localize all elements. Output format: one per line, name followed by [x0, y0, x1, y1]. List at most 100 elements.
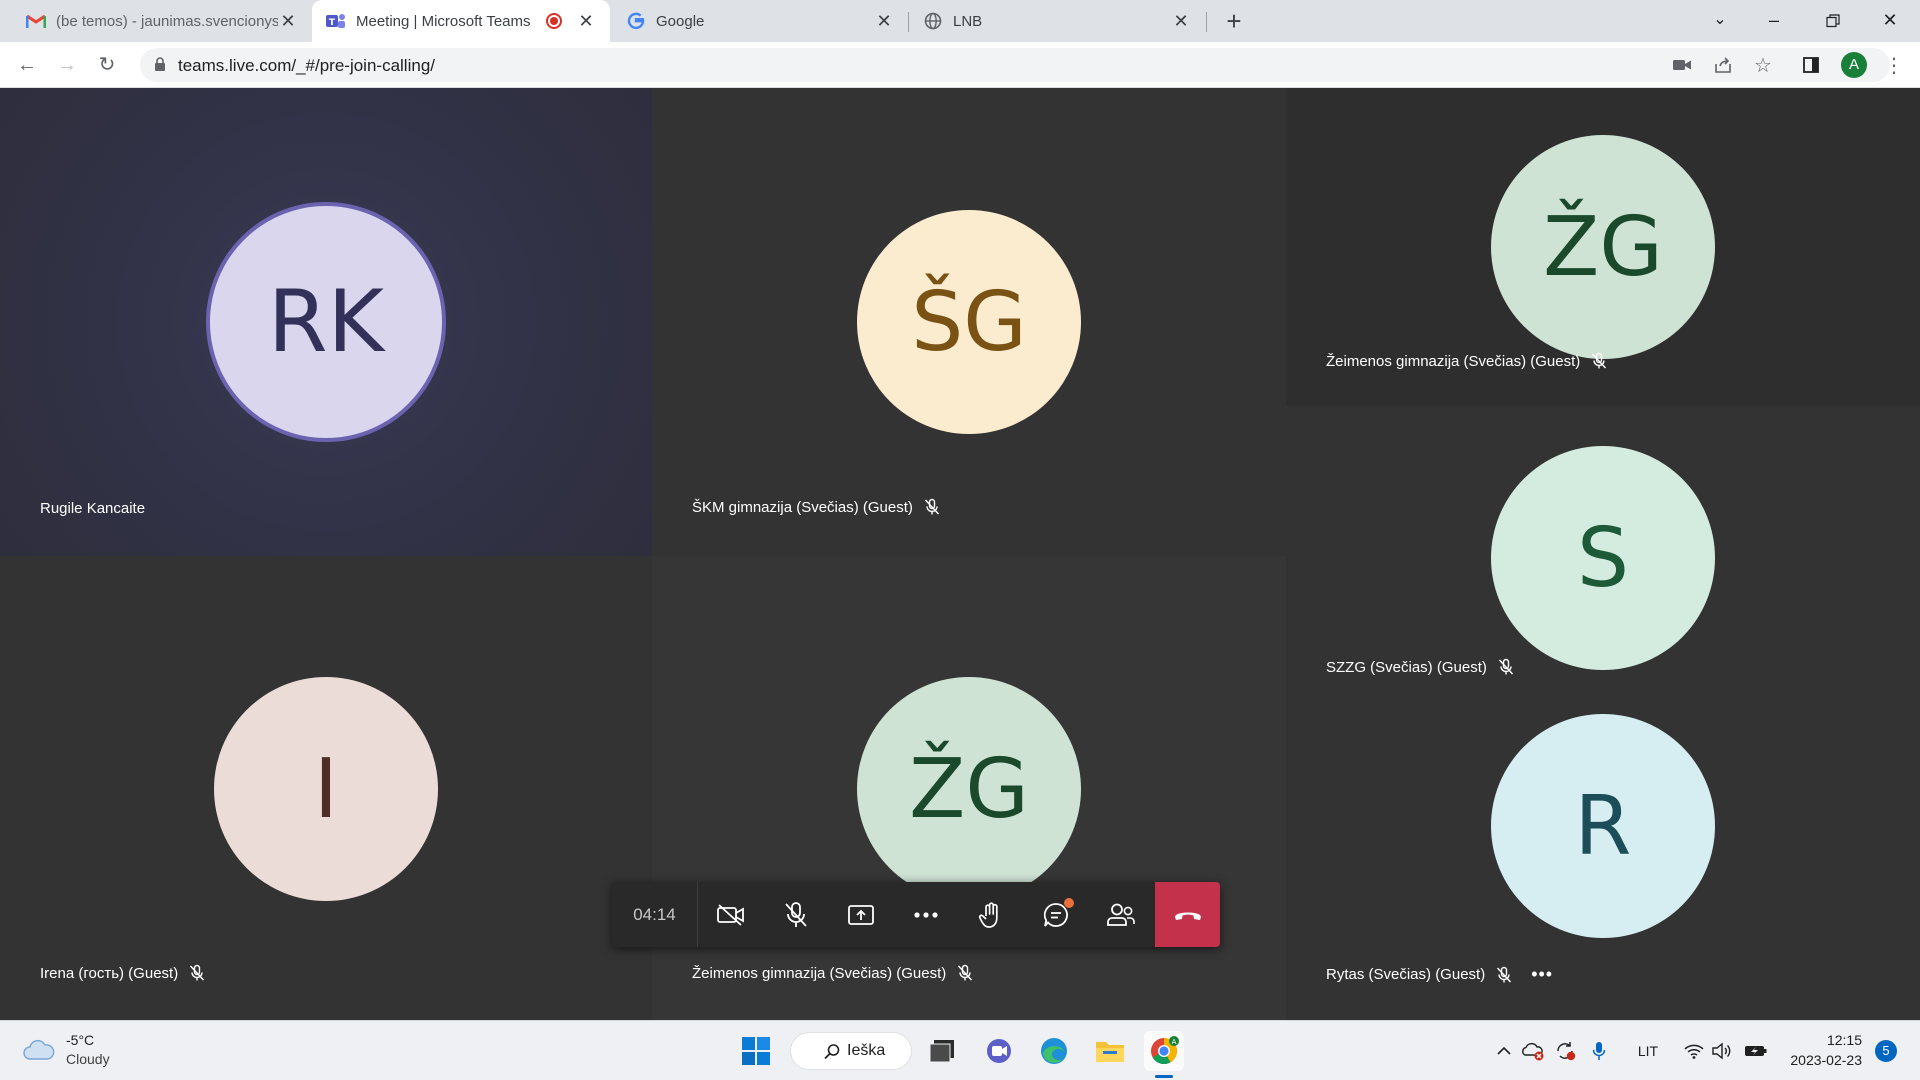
participant-tile[interactable]: RK Rugile Kancaite: [0, 88, 652, 556]
participant-tile[interactable]: R Rytas (Svečias) (Guest) •••: [1286, 714, 1920, 1020]
participant-tile[interactable]: ŠG ŠKM gimnazija (Svečias) (Guest): [652, 88, 1286, 556]
address-bar[interactable]: teams.live.com/_#/pre-join-calling/: [140, 48, 1890, 82]
participant-avatar: ŽG: [1491, 135, 1715, 359]
google-icon: [626, 11, 646, 31]
keyboard-language[interactable]: LIT: [1630, 1040, 1666, 1062]
leave-call-button[interactable]: [1155, 882, 1220, 947]
system-clock[interactable]: 12:15 2023-02-23: [1782, 1030, 1862, 1070]
participant-tile[interactable]: ŽG Žeimenos gimnazija (Svečias) (Guest): [652, 556, 1286, 1020]
teams-chat-button[interactable]: [979, 1031, 1019, 1071]
participant-name: Irena (гость) (Guest): [40, 964, 179, 982]
volume-icon: [1712, 1042, 1731, 1060]
active-app-indicator: [1155, 1075, 1173, 1078]
side-panel-icon[interactable]: [1797, 51, 1825, 79]
sync-tray-button[interactable]: [1552, 1040, 1578, 1062]
task-view-button[interactable]: [922, 1031, 962, 1071]
file-explorer-button[interactable]: [1090, 1031, 1130, 1071]
volume-tray-button[interactable]: [1710, 1040, 1734, 1062]
meeting-stage: RK Rugile Kancaite ŠG ŠKM gimnazija (Sve…: [0, 88, 1920, 1020]
mic-off-icon: [1592, 352, 1607, 369]
gmail-icon: [26, 11, 46, 31]
minimize-button[interactable]: –: [1746, 0, 1802, 42]
task-view-icon: [929, 1040, 954, 1063]
participant-name: Rytas (Svečias) (Guest): [1326, 966, 1486, 983]
url-text[interactable]: teams.live.com/_#/pre-join-calling/: [178, 56, 435, 76]
tab-teams-meeting[interactable]: T Meeting | Microsoft Teams ✕: [312, 0, 610, 42]
search-label: Ieška: [847, 1042, 886, 1059]
tab-close-icon[interactable]: ✕: [874, 11, 894, 32]
taskbar: -5°C Cloudy Ieška A LIT 12:15 2023-02-23…: [0, 1020, 1920, 1080]
camera-in-use-icon[interactable]: [1668, 51, 1696, 79]
restore-button[interactable]: [1805, 0, 1861, 42]
taskbar-search[interactable]: Ieška: [790, 1032, 912, 1070]
browser-menu-icon[interactable]: ⋮: [1880, 51, 1908, 79]
tab-search-icon[interactable]: ⌄: [1692, 0, 1748, 42]
tab-gmail[interactable]: (be temos) - jaunimas.svencionys ✕: [12, 0, 312, 42]
teams-chat-icon: [987, 1039, 1011, 1063]
lock-icon[interactable]: [154, 57, 166, 71]
edge-button[interactable]: [1034, 1031, 1074, 1071]
share-screen-icon: [847, 904, 874, 925]
chrome-button[interactable]: A: [1144, 1031, 1184, 1071]
back-button[interactable]: ←: [13, 51, 41, 79]
share-icon[interactable]: [1709, 51, 1737, 79]
mic-toggle-button[interactable]: [763, 882, 828, 947]
svg-text:A: A: [1172, 1038, 1177, 1046]
svg-text:T: T: [329, 18, 336, 28]
hang-up-icon: [1174, 912, 1201, 920]
participant-name: Žeimenos gimnazija (Svečias) (Guest): [1326, 352, 1581, 370]
profile-avatar[interactable]: A: [1841, 52, 1867, 78]
tab-close-icon[interactable]: ✕: [278, 11, 298, 32]
close-window-button[interactable]: ✕: [1862, 0, 1918, 42]
weather-temperature: -5°C: [66, 1032, 95, 1048]
battery-tray-button[interactable]: [1742, 1040, 1770, 1062]
participants-button[interactable]: [1088, 882, 1153, 947]
microphone-icon: [1592, 1042, 1606, 1060]
new-tab-button[interactable]: +: [1218, 6, 1250, 38]
tab-title: Meeting | Microsoft Teams: [356, 12, 531, 30]
camera-toggle-button[interactable]: [698, 882, 763, 947]
bookmark-star-icon[interactable]: ☆: [1749, 51, 1777, 79]
participant-tile[interactable]: ŽG Žeimenos gimnazija (Svečias) (Guest): [1286, 88, 1920, 406]
tab-close-icon[interactable]: ✕: [576, 11, 596, 32]
network-tray-button[interactable]: [1682, 1040, 1706, 1062]
notification-badge[interactable]: 5: [1875, 1040, 1897, 1062]
tab-close-icon[interactable]: ✕: [1171, 11, 1191, 32]
raise-hand-button[interactable]: [958, 882, 1023, 947]
unread-dot: [1064, 898, 1074, 908]
participant-name-row: Rytas (Svečias) (Guest) •••: [1326, 964, 1553, 985]
participant-name-row: Žeimenos gimnazija (Svečias) (Guest): [692, 964, 974, 982]
show-hidden-icons-button[interactable]: [1494, 1040, 1514, 1062]
wifi-icon: [1684, 1044, 1704, 1059]
tab-google[interactable]: Google ✕: [612, 0, 908, 42]
onedrive-tray-button[interactable]: [1520, 1040, 1546, 1062]
participant-avatar: I: [214, 677, 438, 901]
start-button[interactable]: [736, 1031, 776, 1071]
avatar-initials: S: [1576, 510, 1630, 606]
tab-lnb[interactable]: LNB ✕: [909, 0, 1205, 42]
participant-tile[interactable]: S SZZG (Svečias) (Guest): [1286, 406, 1920, 714]
microphone-tray-button[interactable]: [1588, 1040, 1610, 1062]
chrome-icon: A: [1151, 1036, 1179, 1065]
avatar-initials: R: [1574, 778, 1632, 874]
participant-avatar: R: [1491, 714, 1715, 938]
participant-name-row: Irena (гость) (Guest): [40, 964, 206, 982]
globe-icon: [923, 11, 943, 31]
browser-toolbar: ← → ↻ teams.live.com/_#/pre-join-calling…: [0, 42, 1920, 88]
participant-avatar: ŠG: [857, 210, 1081, 434]
avatar-initials: I: [313, 741, 339, 837]
participant-more-options-icon[interactable]: •••: [1531, 964, 1553, 985]
forward-button[interactable]: →: [53, 51, 81, 79]
participant-tile[interactable]: I Irena (гость) (Guest): [0, 556, 652, 1020]
chevron-up-icon: [1497, 1046, 1511, 1055]
share-screen-button[interactable]: [828, 882, 893, 947]
reload-button[interactable]: ↻: [93, 51, 121, 79]
participant-avatar: RK: [206, 202, 446, 442]
avatar-initials: ŠG: [911, 274, 1027, 370]
weather-widget[interactable]: -5°C Cloudy: [22, 1031, 110, 1069]
more-actions-button[interactable]: [893, 882, 958, 947]
people-icon: [1106, 903, 1135, 926]
chat-button[interactable]: [1023, 882, 1088, 947]
mic-off-icon: [1497, 966, 1512, 982]
participant-name: SZZG (Svečias) (Guest): [1326, 658, 1487, 676]
